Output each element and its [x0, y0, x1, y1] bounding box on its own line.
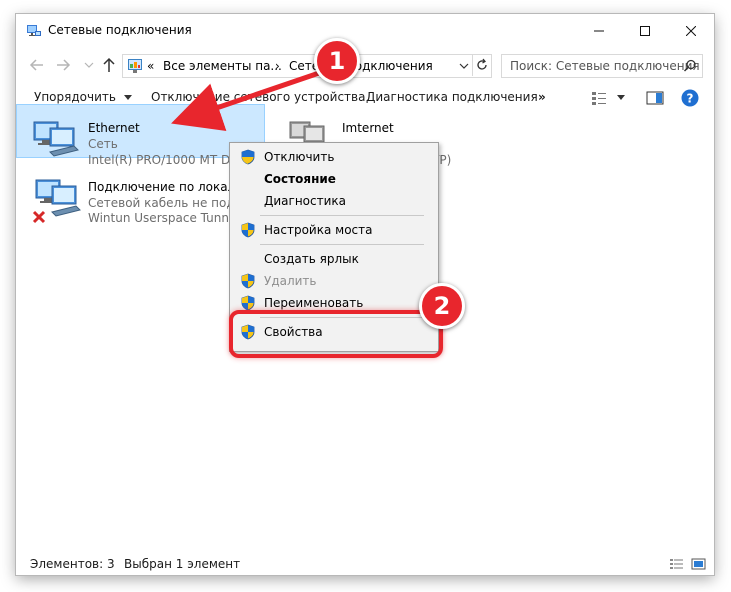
network-connections-icon	[27, 25, 41, 36]
uac-shield-icon	[241, 295, 255, 311]
up-arrow-icon[interactable]	[100, 57, 118, 73]
close-icon	[686, 25, 696, 36]
search-placeholder: Поиск: Сетевые подключения	[510, 59, 700, 73]
address-bar[interactable]: « Все элементы па... › Сетевые подключен…	[122, 54, 492, 78]
maximize-icon	[640, 25, 650, 36]
change-view-icon[interactable]	[591, 90, 607, 106]
menu-item-disable[interactable]: Отключить	[230, 146, 438, 168]
refresh-icon	[477, 58, 487, 70]
organize-button[interactable]: Упорядочить	[34, 90, 132, 104]
items-count: Элементов: 3	[30, 557, 115, 571]
network-adapter-disconnected-icon	[32, 179, 81, 224]
organize-label: Упорядочить	[34, 90, 116, 104]
forward-arrow-icon[interactable]	[54, 57, 72, 73]
local-connection-icon[interactable]	[30, 178, 82, 224]
minimize-icon	[594, 30, 604, 31]
back-arrow-icon[interactable]	[28, 57, 46, 73]
ethernet-name: Ethernet	[88, 121, 140, 135]
menu-item-bridge[interactable]: Настройка моста	[230, 219, 438, 241]
uac-shield-icon	[241, 273, 255, 289]
recent-locations-icon[interactable]	[80, 57, 98, 73]
refresh-button[interactable]	[472, 54, 491, 76]
window-title: Сетевые подключения	[48, 23, 192, 37]
status-bar: Элементов: 3 Выбран 1 элемент	[16, 554, 714, 575]
uac-shield-icon	[241, 222, 255, 238]
details-view-icon[interactable]	[669, 557, 684, 571]
disable-device-button[interactable]: Отключение сетевого устройства	[151, 90, 365, 104]
menu-label-status: Состояние	[264, 172, 336, 186]
menu-item-create-shortcut[interactable]: Создать ярлык	[230, 248, 438, 270]
diagnose-connection-button[interactable]: Диагностика подключения	[366, 90, 538, 104]
local-connection-device: Wintun Userspace Tunnel	[88, 211, 240, 225]
minimize-button[interactable]	[576, 14, 622, 47]
properties-highlight-annotation	[229, 310, 443, 358]
network-adapter-icon	[33, 121, 79, 157]
breadcrumb-prefix: «	[147, 59, 155, 73]
menu-label-disable: Отключить	[264, 150, 335, 164]
uac-shield-icon	[241, 149, 255, 165]
breadcrumb-network-connections[interactable]: Сетевые подключения	[289, 59, 433, 73]
help-icon[interactable]: ?	[681, 89, 699, 107]
menu-label-bridge: Настройка моста	[264, 223, 373, 237]
view-dropdown-icon[interactable]	[617, 95, 625, 101]
address-dropdown-icon[interactable]	[459, 62, 469, 70]
preview-pane-icon[interactable]	[646, 90, 664, 106]
imternet-name: Imternet	[342, 121, 394, 135]
selected-count: Выбран 1 элемент	[124, 557, 241, 571]
menu-item-diagnostics[interactable]: Диагностика	[230, 190, 438, 212]
search-icon[interactable]	[683, 59, 697, 73]
step-badge-2: 2	[419, 283, 465, 329]
control-panel-icon	[128, 59, 142, 73]
close-button[interactable]	[668, 14, 714, 47]
menu-item-delete: Удалить	[230, 270, 438, 292]
maximize-button[interactable]	[622, 14, 668, 47]
menu-separator	[260, 215, 424, 216]
ethernet-status: Сеть	[88, 137, 118, 151]
menu-label-rename: Переименовать	[264, 296, 364, 310]
menu-label-diagnostics: Диагностика	[264, 194, 347, 208]
local-connection-name: Подключение по локальн	[88, 180, 251, 194]
menu-label-delete: Удалить	[264, 274, 317, 288]
search-box[interactable]: Поиск: Сетевые подключения	[501, 54, 703, 78]
menu-separator	[260, 244, 424, 245]
organize-dropdown-icon	[123, 94, 132, 100]
ethernet-connection-icon[interactable]	[30, 118, 82, 158]
title-bar: Сетевые подключения	[16, 14, 714, 47]
ethernet-device: Intel(R) PRO/1000 MT Desk	[88, 153, 251, 167]
menu-item-status[interactable]: Состояние	[230, 168, 438, 190]
large-icons-view-icon[interactable]	[691, 557, 706, 571]
more-commands-button[interactable]: »	[538, 90, 546, 104]
svg-text:?: ?	[687, 92, 694, 106]
step-badge-1: 1	[314, 38, 360, 84]
breadcrumb-separator: ›	[275, 59, 280, 73]
local-connection-status: Сетевой кабель не подкл	[88, 196, 250, 210]
breadcrumb-all-items[interactable]: Все элементы па...	[163, 59, 282, 73]
menu-label-create-shortcut: Создать ярлык	[264, 252, 359, 266]
